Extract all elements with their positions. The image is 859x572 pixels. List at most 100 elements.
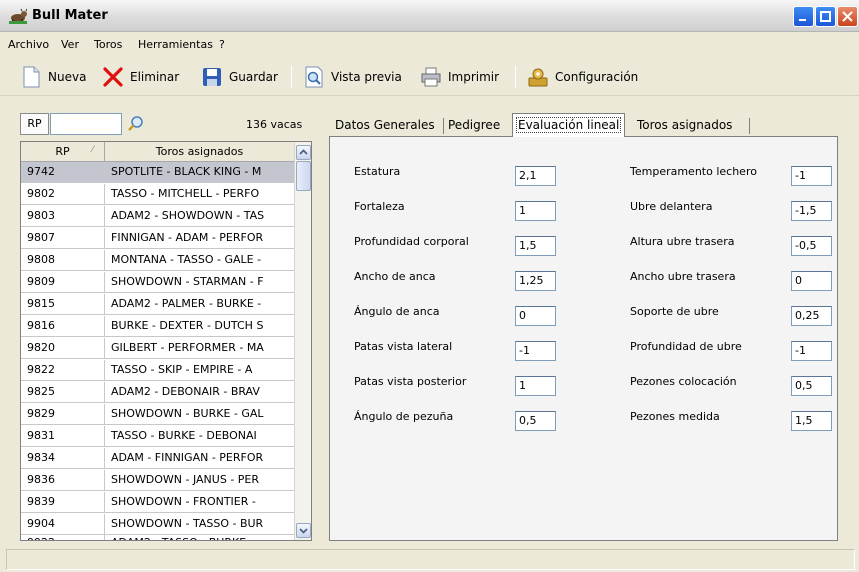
toolbar-separator [515,66,516,88]
menu-help[interactable]: ? [219,38,225,51]
label-temperamento-lechero: Temperamento lechero [630,165,757,178]
table-row[interactable]: 9825 ADAM2 - DEBONAIR - BRAV [21,382,294,403]
toolbar: Nueva Eliminar Guardar Vista previa Impr… [0,58,859,96]
search-icon [128,116,143,131]
input-temperamento-lechero[interactable]: -1 [791,166,832,186]
preview-icon [305,66,323,88]
tab-datos-generales[interactable]: Datos Generales [331,116,439,136]
title-bar: Bull Mater [0,0,859,32]
search-button[interactable] [124,113,148,135]
table-row[interactable]: 9742 SPOTLITE - BLACK KING - M [21,162,294,183]
label-angulo-de-anca: Ángulo de anca [354,305,440,318]
imprimir-button[interactable]: Imprimir [420,62,499,92]
table-row[interactable]: 9904 SHOWDOWN - TASSO - BUR [21,514,294,535]
label-pezones-medida: Pezones medida [630,410,720,423]
table-row[interactable]: 9922ADAM2 - TASSO - BURKE - [21,533,294,540]
settings-icon [528,68,548,87]
close-icon [842,11,853,22]
table-row[interactable]: 9802 TASSO - MITCHELL - PERFO [21,184,294,205]
tab-separator [749,118,750,134]
input-ancho-de-anca[interactable]: 1,25 [515,271,556,291]
table-row[interactable]: 9807 FINNIGAN - ADAM - PERFOR [21,228,294,249]
input-patas-vista-lateral[interactable]: -1 [515,341,556,361]
table-row[interactable]: 9803 ADAM2 - SHOWDOWN - TAS [21,206,294,227]
status-bar [6,549,855,570]
tab-toros-asignados[interactable]: Toros asignados [633,116,736,136]
save-icon [203,68,221,86]
menu-bar: Archivo Ver Toros Herramientas ? [0,34,859,54]
column-header-toros[interactable]: Toros asignados [105,142,294,162]
label-altura-ubre-trasera: Altura ubre trasera [630,235,735,248]
menu-archivo[interactable]: Archivo [8,38,49,51]
bull-app-icon [9,8,27,24]
input-fortaleza[interactable]: 1 [515,201,556,221]
printer-icon [421,67,441,87]
input-altura-ubre-trasera[interactable]: -0,5 [791,236,832,256]
rp-search-input[interactable] [50,113,122,135]
window-title: Bull Mater [32,8,108,23]
chevron-up-icon [299,149,308,155]
label-ubre-delantera: Ubre delantera [630,200,713,213]
label-ancho-de-anca: Ancho de anca [354,270,436,283]
table-scrollbar[interactable] [294,142,311,540]
tab-strip: Datos Generales Pedigree Evaluación line… [331,113,831,137]
toolbar-separator [291,66,292,88]
chevron-down-icon [299,528,308,534]
input-angulo-de-anca[interactable]: 0 [515,306,556,326]
vista-previa-button[interactable]: Vista previa [303,62,402,92]
new-document-icon [23,66,40,88]
maximize-button[interactable] [815,6,836,27]
input-ancho-ubre-trasera[interactable]: 0 [791,271,832,291]
evaluacion-lineal-panel: Estatura 2,1 Fortaleza 1 Profundidad cor… [329,136,838,541]
tab-evaluacion-lineal[interactable]: Evaluación lineal [512,113,626,137]
label-estatura: Estatura [354,165,401,178]
input-pezones-colocacion[interactable]: 0,5 [791,376,832,396]
table-row[interactable]: 9808 MONTANA - TASSO - GALE - [21,250,294,271]
label-ancho-ubre-trasera: Ancho ubre trasera [630,270,736,283]
label-patas-vista-lateral: Patas vista lateral [354,340,453,353]
menu-herramientas[interactable]: Herramientas [138,38,213,51]
input-profundidad-corporal[interactable]: 1,5 [515,236,556,256]
configuracion-button[interactable]: Configuración [527,62,638,92]
table-row[interactable]: 9836 SHOWDOWN - JANUS - PER [21,470,294,491]
scroll-down-button[interactable] [296,523,311,538]
close-button[interactable] [837,6,858,27]
label-profundidad-de-ubre: Profundidad de ubre [630,340,742,353]
minimize-icon [799,19,806,21]
eliminar-button[interactable]: Eliminar [102,62,179,92]
minimize-button[interactable] [793,6,814,27]
label-angulo-de-pezuna: Ángulo de pezuña [354,410,454,423]
menu-toros[interactable]: Toros [94,38,122,51]
nueva-button[interactable]: Nueva [20,62,86,92]
input-soporte-de-ubre[interactable]: 0,25 [791,306,832,326]
sort-indicator-icon: ⁄ [92,145,94,155]
menu-ver[interactable]: Ver [61,38,79,51]
label-soporte-de-ubre: Soporte de ubre [630,305,719,318]
cow-count: 136 vacas [246,118,303,131]
input-pezones-medida[interactable]: 1,5 [791,411,832,431]
scroll-up-button[interactable] [296,145,311,160]
input-ubre-delantera[interactable]: -1,5 [791,201,832,221]
table-row[interactable]: 9809 SHOWDOWN - STARMAN - F [21,272,294,293]
input-profundidad-de-ubre[interactable]: -1 [791,341,832,361]
input-angulo-de-pezuna[interactable]: 0,5 [515,411,556,431]
label-profundidad-corporal: Profundidad corporal [354,235,469,248]
table-row[interactable]: 9820 GILBERT - PERFORMER - MA [21,338,294,359]
input-estatura[interactable]: 2,1 [515,166,556,186]
tab-pedigree[interactable]: Pedigree [444,116,504,136]
table-row[interactable]: 9834 ADAM - FINNIGAN - PERFOR [21,448,294,469]
guardar-button[interactable]: Guardar [201,62,278,92]
delete-icon [103,67,123,87]
table-row[interactable]: 9822 TASSO - SKIP - EMPIRE - A [21,360,294,381]
scroll-thumb[interactable] [296,161,311,191]
table-row[interactable]: 9815 ADAM2 - PALMER - BURKE - [21,294,294,315]
rp-field-selector[interactable]: RP [20,113,49,135]
table-row[interactable]: 9816 BURKE - DEXTER - DUTCH S [21,316,294,337]
table-row[interactable]: 9829 SHOWDOWN - BURKE - GAL [21,404,294,425]
input-patas-vista-posterior[interactable]: 1 [515,376,556,396]
table-row[interactable]: 9839 SHOWDOWN - FRONTIER - [21,492,294,513]
label-pezones-colocacion: Pezones colocación [630,375,737,388]
maximize-icon [820,11,831,22]
table-header: RP ⁄ Toros asignados [21,142,294,162]
table-row[interactable]: 9831 TASSO - BURKE - DEBONAI [21,426,294,447]
